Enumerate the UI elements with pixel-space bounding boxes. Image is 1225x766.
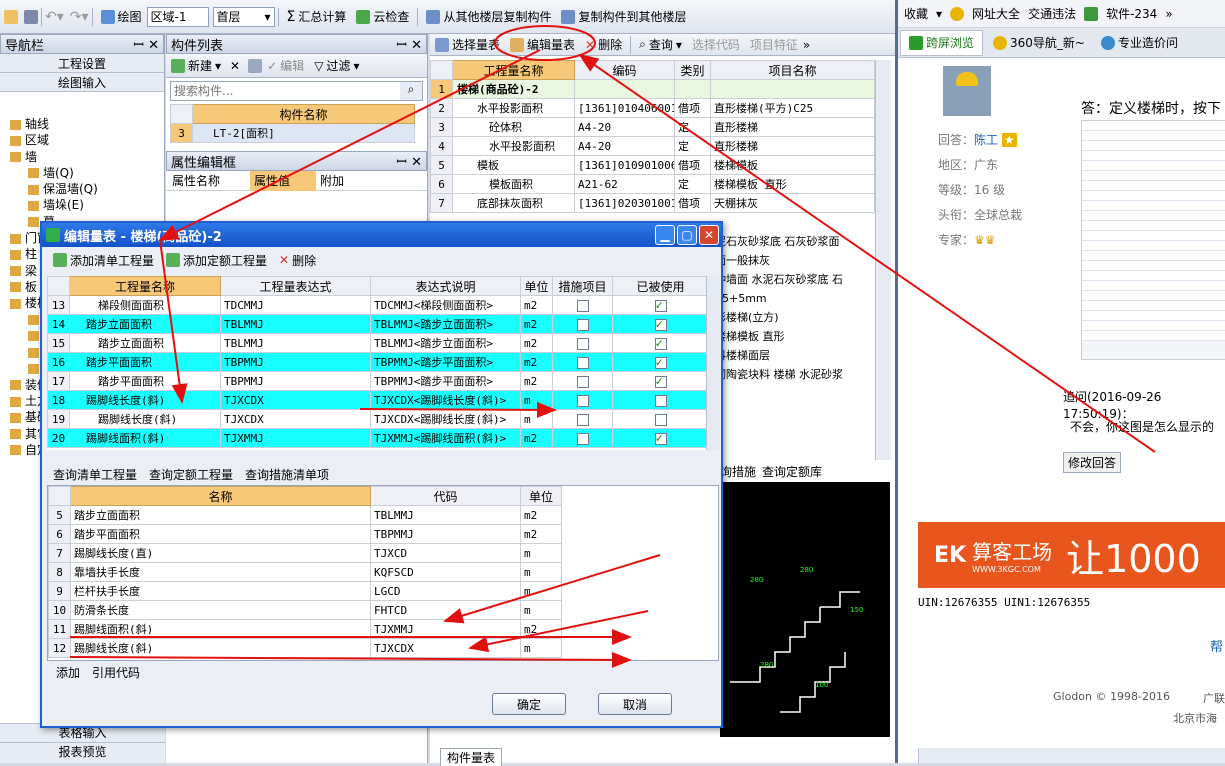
annotation-arrow [443,554,661,624]
annotation-arrow [158,49,541,241]
annotation-arrow [359,401,557,418]
annotation-arrow [69,651,632,668]
annotation-overlay [69,25,1156,668]
highlight-ellipse [494,25,596,61]
annotation-arrow [159,239,188,404]
annotation-arrow [578,53,1156,453]
annotation-arrow [468,610,649,653]
